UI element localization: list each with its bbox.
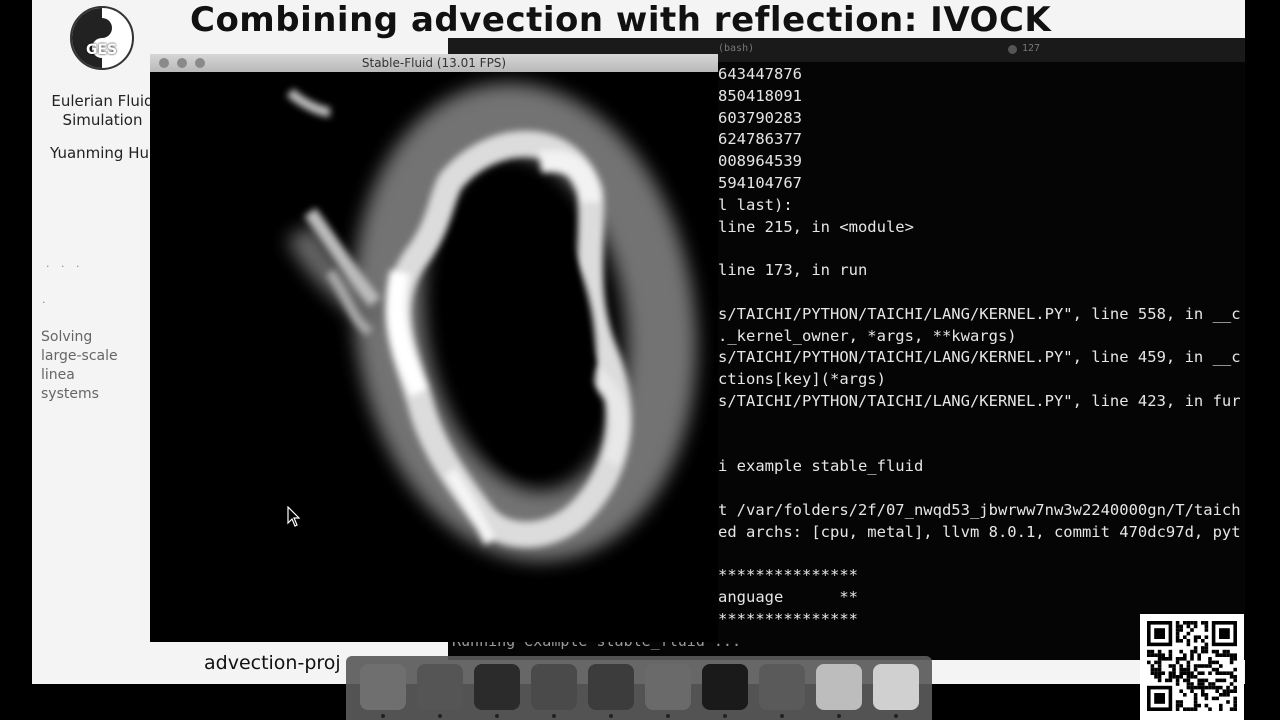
- terminal-line: line 173, in run: [718, 261, 868, 280]
- terminal-line: 643447876: [718, 65, 802, 83]
- chrome-icon[interactable]: [417, 664, 463, 710]
- dock-running-indicator: [894, 714, 898, 718]
- ges-logo-icon: GES: [70, 6, 134, 70]
- terminal-line: ._kernel_owner, *args, **kwargs): [718, 326, 1017, 345]
- slide-bottom-caption: advection-proj: [204, 652, 341, 674]
- inkscape-icon[interactable]: [759, 664, 805, 710]
- terminal-line: s/TAICHI/PYTHON/TAICHI/LANG/KERNEL.PY", …: [718, 391, 1241, 410]
- keynote-icon[interactable]: [645, 664, 691, 710]
- section-label: Solving large-scale linea systems: [41, 329, 118, 402]
- dock-running-indicator: [381, 714, 385, 718]
- dock-running-indicator: [495, 714, 499, 718]
- terminal-line: l last):: [718, 195, 793, 214]
- mouse-cursor-icon: [287, 506, 301, 527]
- terminal-line: s/TAICHI/PYTHON/TAICHI/LANG/KERNEL.PY", …: [718, 348, 1241, 367]
- dock-running-indicator: [723, 714, 727, 718]
- section-dots: · · ·: [46, 260, 84, 273]
- terminal-line: 624786377: [718, 130, 802, 149]
- terminal-line: ctions[key](*args): [718, 370, 886, 389]
- terminal-line: line 215, in <module>: [718, 217, 914, 236]
- terminal-line: i example stable_fluid: [718, 457, 924, 476]
- terminal-line: 603790283: [718, 108, 802, 127]
- obs-icon[interactable]: [702, 664, 748, 710]
- terminal-output[interactable]: 643447876 850418091 603790283 624786377 0089…: [718, 64, 1245, 631]
- qr-code: [1140, 614, 1244, 720]
- finder-icon[interactable]: [360, 664, 406, 710]
- author-name: Yuanming Hu: [50, 144, 150, 162]
- terminal-title: (bash): [718, 43, 755, 54]
- dock: [346, 656, 932, 720]
- terminal-line: ed archs: [cpu, metal], llvm 8.0.1, comm…: [718, 522, 1241, 541]
- dock-running-indicator: [837, 714, 841, 718]
- stable-fluid-window[interactable]: Stable-Fluid (13.01 FPS): [150, 54, 718, 642]
- terminal-line: ***************: [718, 566, 858, 585]
- fluid-simulation-canvas[interactable]: [150, 72, 718, 642]
- documents-folder-icon[interactable]: [816, 664, 862, 710]
- dock-running-indicator: [552, 714, 556, 718]
- logo-text: GES: [86, 42, 118, 58]
- dock-running-indicator: [438, 714, 442, 718]
- dock-running-indicator: [780, 714, 784, 718]
- terminal-title-2: 127: [1022, 43, 1041, 54]
- terminal-line: s/TAICHI/PYTHON/TAICHI/LANG/KERNEL.PY", …: [718, 304, 1241, 323]
- terminal-line: 594104767: [718, 173, 802, 192]
- course-title: Eulerian Fluid Simulation: [51, 92, 154, 129]
- slide-title: Combining advection with reflection: IVO…: [190, 0, 1052, 40]
- dock-running-indicator: [666, 714, 670, 718]
- terminal-line: t /var/folders/2f/07_nwqd53_jbwrww7nw3w2…: [718, 500, 1241, 519]
- terminal-status-dot: [1008, 45, 1017, 54]
- terminal-line: 008964539: [718, 152, 802, 171]
- terminal-line: anguage **: [718, 588, 858, 607]
- dock-running-indicator: [609, 714, 613, 718]
- fluid-window-title: Stable-Fluid (13.01 FPS): [361, 56, 507, 70]
- terminal-line: 850418091: [718, 86, 802, 105]
- fluid-window-titlebar[interactable]: Stable-Fluid (13.01 FPS): [150, 54, 718, 72]
- trash-icon[interactable]: [873, 664, 919, 710]
- terminal-icon[interactable]: [474, 664, 520, 710]
- vscode-icon[interactable]: [588, 664, 634, 710]
- matlab-icon[interactable]: [531, 664, 577, 710]
- section-dot: ·: [42, 296, 46, 309]
